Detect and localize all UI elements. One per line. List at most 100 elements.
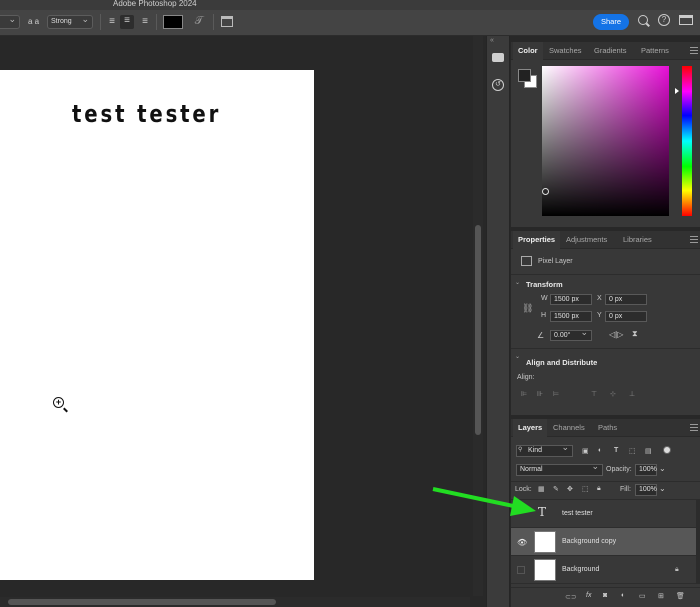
collapse-icon[interactable]: «: [490, 37, 494, 44]
annotation-arrow: [432, 487, 536, 516]
lock-image-icon[interactable]: ✎: [553, 485, 559, 493]
color-panel: Color Swatches Gradients Patterns: [511, 42, 700, 227]
opacity-dropdown-icon[interactable]: ⌄: [659, 464, 666, 473]
lock-position-icon[interactable]: ✥: [567, 485, 573, 493]
tab-color[interactable]: Color: [513, 42, 543, 60]
foreground-color-swatch[interactable]: [518, 69, 531, 82]
height-field[interactable]: 1500 px: [550, 311, 592, 322]
flip-horizontal-icon[interactable]: ◁|▷: [609, 330, 623, 339]
link-layers-icon[interactable]: ⊂⊃: [565, 593, 577, 601]
group-folder-icon[interactable]: ▭: [639, 592, 646, 600]
tab-swatches[interactable]: Swatches: [544, 42, 587, 60]
tab-libraries[interactable]: Libraries: [618, 231, 657, 249]
align-label: Align:: [517, 374, 535, 381]
lock-all-icon[interactable]: 🔒︎: [597, 485, 601, 493]
add-mask-icon[interactable]: ◙: [603, 592, 607, 599]
history-icon[interactable]: ↺: [492, 79, 504, 91]
angle-field[interactable]: 0.00°: [550, 328, 592, 341]
tab-properties[interactable]: Properties: [513, 231, 561, 249]
new-layer-icon[interactable]: ⊞: [658, 592, 664, 600]
angle-icon: ∠: [537, 331, 545, 340]
align-left-edges-icon[interactable]: ⊫: [521, 390, 527, 398]
layer-name[interactable]: test tester: [562, 510, 593, 517]
align-horizontal-centers-icon[interactable]: ⊪: [537, 390, 543, 398]
color-picker-cursor[interactable]: [542, 188, 549, 195]
antialias-icon: a a: [28, 17, 40, 26]
layer-thumbnail: [534, 559, 556, 581]
help-icon[interactable]: ?: [658, 14, 670, 26]
transform-chevron-icon[interactable]: ⌄: [515, 279, 520, 286]
align-vertical-centers-icon[interactable]: ⊹: [610, 390, 616, 398]
delete-layer-icon[interactable]: 🗑︎: [676, 592, 685, 600]
hue-slider-pointer[interactable]: [675, 88, 679, 94]
tab-channels[interactable]: Channels: [548, 419, 590, 437]
fill-dropdown-icon[interactable]: ⌄: [659, 484, 666, 493]
share-button[interactable]: Share: [593, 14, 629, 30]
panel-menu-icon[interactable]: [690, 47, 698, 54]
fill-field[interactable]: 100%: [635, 484, 657, 496]
y-field[interactable]: 0 px: [605, 311, 647, 322]
color-picker-field[interactable]: [542, 66, 669, 216]
font-size-dropdown[interactable]: [0, 13, 20, 29]
filter-smart-object-icon[interactable]: ▤: [645, 447, 652, 455]
align-left-icon[interactable]: ≡: [105, 16, 119, 28]
h-label: H: [541, 312, 547, 319]
flip-vertical-icon[interactable]: ⧗: [632, 329, 638, 339]
layer-row-background[interactable]: Background 🔒︎: [511, 556, 696, 584]
link-icon[interactable]: ⛓: [522, 303, 533, 314]
tab-paths[interactable]: Paths: [593, 419, 622, 437]
panel-menu-icon[interactable]: [690, 236, 698, 243]
filter-pixel-icon[interactable]: ▣: [582, 447, 589, 455]
align-right-icon[interactable]: ≡: [138, 16, 152, 28]
y-label: Y: [597, 312, 602, 319]
pixel-layer-icon: [521, 256, 532, 266]
vertical-scroll-thumb[interactable]: [475, 225, 481, 435]
w-label: W: [541, 295, 548, 302]
filter-type-icon[interactable]: T: [614, 447, 618, 454]
character-panel-icon[interactable]: [221, 16, 233, 27]
align-right-edges-icon[interactable]: ⊨: [553, 390, 559, 398]
tab-adjustments[interactable]: Adjustments: [561, 231, 612, 249]
transform-title: Transform: [526, 280, 563, 289]
filter-shape-icon[interactable]: ⬚: [629, 447, 636, 455]
width-field[interactable]: 1500 px: [550, 294, 592, 305]
kind-filter-dropdown[interactable]: Kind: [516, 443, 573, 457]
text-color-swatch[interactable]: [163, 15, 183, 29]
blend-mode-dropdown[interactable]: Normal: [516, 462, 603, 476]
layer-name[interactable]: Background copy: [562, 538, 616, 545]
align-chevron-icon[interactable]: ⌄: [515, 353, 520, 360]
fx-icon[interactable]: fx: [586, 592, 591, 599]
layer-name[interactable]: Background: [562, 566, 599, 573]
document-canvas[interactable]: [0, 70, 314, 580]
tab-layers[interactable]: Layers: [513, 419, 548, 437]
align-top-edges-icon[interactable]: ⊤: [591, 390, 597, 398]
lock-icon: 🔒︎: [675, 566, 679, 573]
angle-value: 0.00°: [554, 332, 571, 339]
workspace-icon[interactable]: [679, 15, 693, 25]
properties-panel: Properties Adjustments Libraries Pixel L…: [511, 231, 700, 415]
lock-artboard-icon[interactable]: ⬚: [582, 485, 589, 493]
canvas-text-layer[interactable]: test tester: [72, 100, 221, 128]
x-field[interactable]: 0 px: [605, 294, 647, 305]
warp-text-icon[interactable]: 𝒯: [192, 15, 206, 27]
filter-adjustment-icon[interactable]: ◐: [598, 447, 602, 454]
visibility-eye-icon[interactable]: 👁︎: [517, 538, 527, 547]
opacity-label: Opacity:: [606, 466, 632, 473]
visibility-toggle[interactable]: [517, 566, 525, 574]
adjustment-layer-icon[interactable]: ◐: [621, 592, 625, 599]
align-bottom-edges-icon[interactable]: ⊥: [629, 390, 635, 398]
align-center-icon[interactable]: ≡: [120, 15, 134, 29]
opacity-field[interactable]: 100%: [635, 464, 657, 476]
tab-gradients[interactable]: Gradients: [589, 42, 632, 60]
panel-menu-icon[interactable]: [690, 424, 698, 431]
kind-value: Kind: [528, 447, 543, 454]
antialias-dropdown[interactable]: Strong: [47, 13, 93, 29]
tab-patterns[interactable]: Patterns: [636, 42, 674, 60]
layer-row-background-copy[interactable]: 👁︎ Background copy: [511, 528, 696, 556]
hue-slider[interactable]: [682, 66, 692, 216]
comments-icon[interactable]: [492, 53, 504, 62]
filter-toggle-icon[interactable]: [663, 446, 671, 454]
layers-scrollbar[interactable]: [696, 500, 700, 584]
horizontal-scroll-thumb[interactable]: [8, 599, 276, 605]
blend-mode-value: Normal: [520, 466, 543, 473]
